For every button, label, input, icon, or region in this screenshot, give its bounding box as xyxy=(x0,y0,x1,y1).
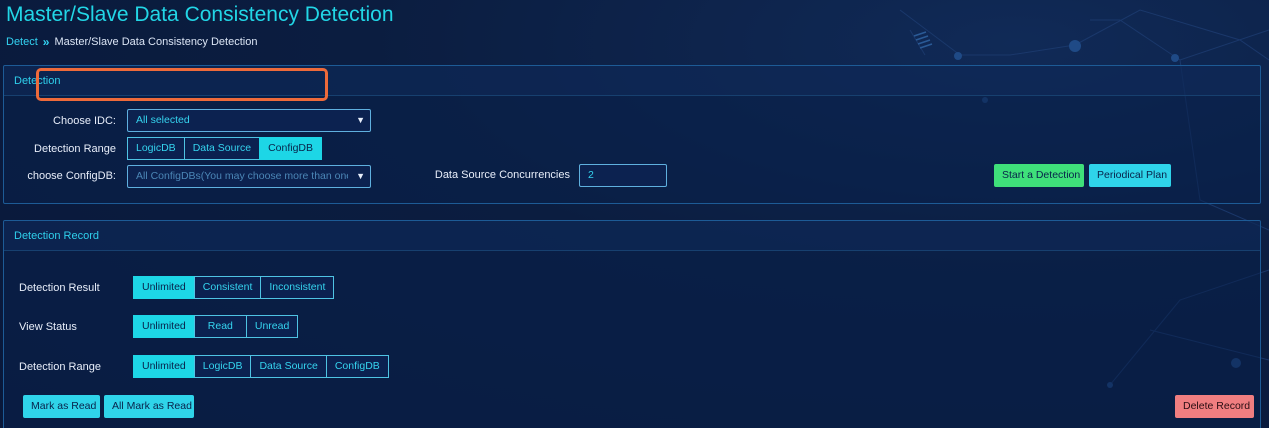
record-detection-range-label: Detection Range xyxy=(19,361,101,373)
detection-range-label: Detection Range xyxy=(34,143,116,155)
choose-idc-select[interactable]: All selected ▼ xyxy=(127,109,371,132)
concurrency-input[interactable]: 2 xyxy=(579,164,667,187)
chevron-down-icon: ▼ xyxy=(356,115,365,125)
detection-range-segmented: LogicDB Data Source ConfigDB xyxy=(127,137,323,160)
record-range-option-logicdb[interactable]: LogicDB xyxy=(193,355,252,378)
detection-result-label: Detection Result xyxy=(19,282,100,294)
all-mark-as-read-button[interactable]: All Mark as Read xyxy=(104,395,194,418)
record-detection-range-segmented: Unlimited LogicDB Data Source ConfigDB xyxy=(133,355,389,378)
chevron-down-icon: ▼ xyxy=(356,171,365,181)
breadcrumb: Detect » Master/Slave Data Consistency D… xyxy=(6,35,257,49)
record-range-option-configdb[interactable]: ConfigDB xyxy=(325,355,389,378)
record-range-option-data-source[interactable]: Data Source xyxy=(250,355,327,378)
view-status-option-unlimited[interactable]: Unlimited xyxy=(133,315,195,338)
concurrency-label: Data Source Concurrencies xyxy=(434,169,570,181)
range-option-data-source[interactable]: Data Source xyxy=(183,137,261,160)
view-status-option-read[interactable]: Read xyxy=(193,315,247,338)
page-title: Master/Slave Data Consistency Detection xyxy=(6,3,394,26)
choose-configdb-select[interactable]: All ConfigDBs(You may choose more than o… xyxy=(127,165,371,188)
detection-result-segmented: Unlimited Consistent Inconsistent xyxy=(133,276,335,299)
breadcrumb-link-detect[interactable]: Detect xyxy=(6,36,38,48)
choose-configdb-label: choose ConfigDB: xyxy=(27,170,116,182)
choose-idc-value: All selected xyxy=(136,114,190,126)
mark-as-read-button[interactable]: Mark as Read xyxy=(23,395,100,418)
range-highlight-box xyxy=(36,68,328,101)
delete-record-button[interactable]: Delete Record xyxy=(1175,395,1254,418)
view-status-label: View Status xyxy=(19,321,77,333)
range-option-configdb[interactable]: ConfigDB xyxy=(259,137,323,160)
view-status-segmented: Unlimited Read Unread xyxy=(133,315,299,338)
breadcrumb-current: Master/Slave Data Consistency Detection xyxy=(54,36,258,48)
choose-configdb-placeholder: All ConfigDBs(You may choose more than o… xyxy=(136,170,348,182)
record-range-option-unlimited[interactable]: Unlimited xyxy=(133,355,195,378)
detection-record-panel: Detection Record Detection Result Unlimi… xyxy=(3,220,1261,428)
periodical-plan-button[interactable]: Periodical Plan xyxy=(1089,164,1171,187)
result-option-consistent[interactable]: Consistent xyxy=(193,276,262,299)
choose-idc-label: Choose IDC: xyxy=(53,115,116,127)
start-detection-button[interactable]: Start a Detection xyxy=(994,164,1084,187)
result-option-inconsistent[interactable]: Inconsistent xyxy=(260,276,335,299)
double-chevron-right-icon: » xyxy=(42,35,50,49)
detection-record-header: Detection Record xyxy=(4,221,1260,251)
result-option-unlimited[interactable]: Unlimited xyxy=(133,276,195,299)
range-option-logicdb[interactable]: LogicDB xyxy=(127,137,185,160)
view-status-option-unread[interactable]: Unread xyxy=(245,315,299,338)
